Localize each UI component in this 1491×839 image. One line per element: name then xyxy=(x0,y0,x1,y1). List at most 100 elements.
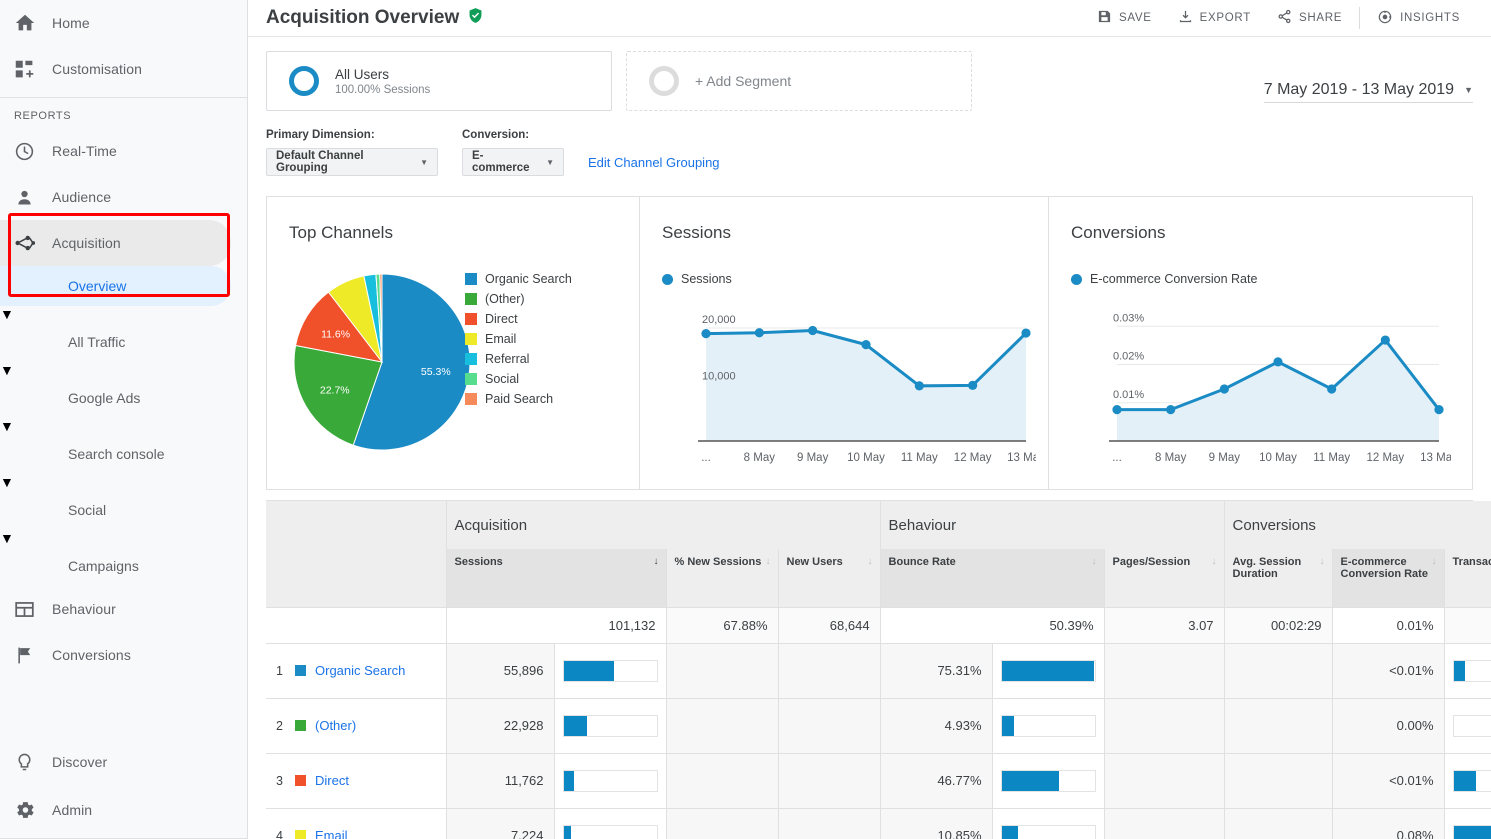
primary-dimension-select[interactable]: Default Channel Grouping ▼ xyxy=(266,148,438,176)
sort-arrow-icon[interactable]: ↓ xyxy=(1212,556,1217,567)
sidebar-item-conversions[interactable]: Conversions xyxy=(0,632,247,678)
sidebar-item-audience[interactable]: Audience xyxy=(0,174,247,220)
legend-item[interactable]: Organic Search xyxy=(465,269,572,289)
y-tick-label: 0.03% xyxy=(1113,312,1144,324)
sidebar-item-google-ads[interactable]: Google Ads xyxy=(0,378,247,418)
col-header-pages-session[interactable]: Pages/Session ↓ xyxy=(1104,549,1224,607)
x-tick-label: 8 May xyxy=(744,452,776,464)
chevron-down-icon[interactable]: ▼ xyxy=(0,362,14,378)
data-point[interactable] xyxy=(701,329,710,338)
sidebar-item-search-console[interactable]: Search console xyxy=(0,434,247,474)
data-point[interactable] xyxy=(1112,405,1121,414)
sidebar-item-discover[interactable]: Discover xyxy=(0,738,247,786)
sidebar-item-real-time[interactable]: Real-Time xyxy=(0,128,247,174)
conversions-card: Conversions E-commerce Conversion Rate 0… xyxy=(1048,197,1457,489)
channel-link[interactable]: Direct xyxy=(315,773,349,788)
sidebar-item-admin[interactable]: Admin xyxy=(0,786,247,834)
channels-table: Acquisition Behaviour Conversions Sessio… xyxy=(266,500,1473,839)
date-range-value: 7 May 2019 - 13 May 2019 xyxy=(1264,81,1454,99)
data-point[interactable] xyxy=(1327,384,1336,393)
sort-arrow-icon[interactable]: ↓ xyxy=(1320,556,1325,567)
channel-link[interactable]: (Other) xyxy=(315,718,356,733)
sort-arrow-icon[interactable]: ↓ xyxy=(1092,556,1097,567)
col-header-pct-new-sessions[interactable]: % New Sessions ↓ xyxy=(666,549,778,607)
data-point[interactable] xyxy=(861,340,870,349)
sidebar-item-behaviour[interactable]: Behaviour xyxy=(0,586,247,632)
sidebar-item-home[interactable]: Home xyxy=(0,0,247,46)
col-header-ecommerce-conversion-rate[interactable]: E-commerce Conversion Rate ↓ xyxy=(1332,549,1444,607)
legend-item[interactable]: Direct xyxy=(465,309,572,329)
person-icon xyxy=(14,187,52,208)
col-header-sessions[interactable]: Sessions ↓ xyxy=(446,549,666,607)
add-segment-button[interactable]: + Add Segment xyxy=(626,51,972,111)
legend-item[interactable]: Referral xyxy=(465,349,572,369)
legend-item[interactable]: (Other) xyxy=(465,289,572,309)
primary-dimension-group: Primary Dimension: Default Channel Group… xyxy=(266,129,438,176)
data-point[interactable] xyxy=(1273,357,1282,366)
sidebar-item-all-traffic[interactable]: All Traffic xyxy=(0,322,247,362)
table-cell: 3 Direct xyxy=(266,753,446,808)
col-header-transactions[interactable]: Transactions ↓ xyxy=(1444,549,1491,607)
sort-arrow-icon[interactable]: ↓ xyxy=(766,556,771,567)
data-point[interactable] xyxy=(1434,405,1443,414)
chevron-down-icon[interactable]: ▼ xyxy=(0,306,14,322)
cell-bounce-rate: 4.93% xyxy=(880,698,992,753)
sidebar-item-acquisition[interactable]: Acquisition xyxy=(0,220,231,266)
data-point[interactable] xyxy=(1220,384,1229,393)
sidebar-item-social[interactable]: Social xyxy=(0,490,247,530)
legend-label: Email xyxy=(485,332,516,346)
sidebar-item-overview[interactable]: Overview xyxy=(0,266,231,306)
data-point[interactable] xyxy=(915,381,924,390)
cell-sessions: 11,762 xyxy=(446,753,554,808)
export-button[interactable]: EXPORT xyxy=(1165,3,1264,33)
data-point[interactable] xyxy=(1166,405,1175,414)
col-header-new-users[interactable]: New Users ↓ xyxy=(778,549,880,607)
chevron-down-icon[interactable]: ▼ xyxy=(0,530,14,546)
table-row[interactable]: 2 (Other)22,928 4.93% 0.00% xyxy=(266,698,1491,753)
table-row[interactable]: 4 Email7,224 10.85% 0.08% xyxy=(266,808,1491,839)
cell-bounce-bar xyxy=(992,643,1104,698)
chevron-down-icon[interactable]: ▼ xyxy=(0,418,14,434)
segment-all-users[interactable]: All Users 100.00% Sessions xyxy=(266,51,612,111)
data-point[interactable] xyxy=(1381,335,1390,344)
save-button[interactable]: SAVE xyxy=(1084,3,1165,33)
cell-ecommerce-conversion-rate: <0.01% xyxy=(1332,753,1444,808)
sort-arrow-icon[interactable]: ↓ xyxy=(868,556,873,567)
sort-arrow-icon[interactable]: ↓ xyxy=(1432,556,1437,567)
channel-link[interactable]: Organic Search xyxy=(315,663,405,678)
col-header-bounce-rate[interactable]: Bounce Rate ↓ xyxy=(880,549,1104,607)
conversions-line-chart: 0.01%0.02%0.03%...8 May9 May10 May11 May… xyxy=(1055,297,1451,477)
sidebar-item-customisation[interactable]: Customisation xyxy=(0,46,247,92)
add-segment-ring-icon xyxy=(649,66,679,96)
share-button[interactable]: SHARE xyxy=(1264,3,1355,33)
data-point[interactable] xyxy=(968,381,977,390)
edit-channel-grouping-link[interactable]: Edit Channel Grouping xyxy=(588,155,720,176)
col-header-avg-session-duration[interactable]: Avg. Session Duration ↓ xyxy=(1224,549,1332,607)
action-divider xyxy=(1359,7,1360,29)
charts-row: Top Channels 55.3%22.7%11.6% Organic Sea… xyxy=(266,196,1473,490)
table-row[interactable]: 1 Organic Search55,896 75.31% <0.01% xyxy=(266,643,1491,698)
x-tick-label: 12 May xyxy=(954,452,992,464)
sidebar-item-campaigns[interactable]: Campaigns xyxy=(0,546,247,586)
legend-item[interactable]: Paid Search xyxy=(465,389,572,409)
bar-fill xyxy=(1454,661,1466,681)
channel-link[interactable]: Email xyxy=(315,828,348,839)
data-point[interactable] xyxy=(1021,328,1030,337)
sessions-legend: Sessions xyxy=(662,269,732,289)
share-label: SHARE xyxy=(1299,12,1342,24)
legend-item[interactable]: Email xyxy=(465,329,572,349)
chevron-down-icon[interactable]: ▼ xyxy=(0,474,14,490)
sidebar-label-audience: Audience xyxy=(52,189,111,205)
sessions-legend-label: Sessions xyxy=(681,272,732,286)
legend-item[interactable]: Social xyxy=(465,369,572,389)
legend-label: Social xyxy=(485,372,519,386)
conversion-select[interactable]: E-commerce ▼ xyxy=(462,148,564,176)
date-range-picker[interactable]: 7 May 2019 - 13 May 2019 ▼ xyxy=(1264,81,1473,103)
data-point[interactable] xyxy=(755,328,764,337)
data-point[interactable] xyxy=(808,326,817,335)
table-row[interactable]: 3 Direct11,762 46.77% <0.01% xyxy=(266,753,1491,808)
chevron-down-icon: ▼ xyxy=(546,158,554,167)
legend-swatch xyxy=(465,373,477,385)
insights-button[interactable]: INSIGHTS xyxy=(1364,3,1473,33)
sort-arrow-icon[interactable]: ↓ xyxy=(654,556,659,567)
